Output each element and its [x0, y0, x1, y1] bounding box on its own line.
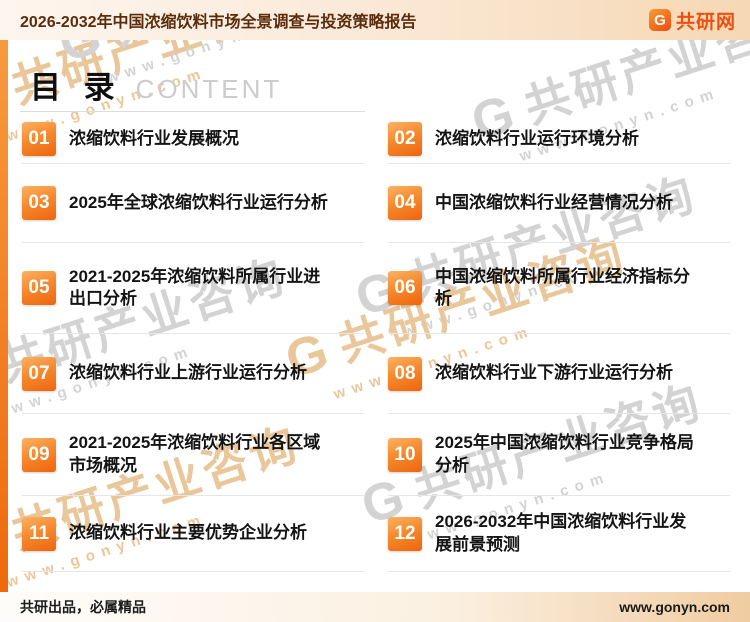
- toc-item: 09 2021-2025年浓缩饮料行业各区域市场概况: [22, 414, 364, 496]
- toc-item: 03 2025年全球浓缩饮料行业运行分析: [22, 164, 364, 243]
- toc-item: 10 2025年中国浓缩饮料行业竞争格局分析: [388, 414, 730, 496]
- footer-slogan: 共研出品，必属精品: [20, 599, 146, 615]
- toc-item-number: 11: [22, 516, 56, 551]
- heading-divider: [20, 111, 365, 112]
- footer-bar: 共研出品，必属精品 www.gonyn.com: [0, 592, 750, 622]
- toc-item-number: 03: [22, 186, 56, 220]
- toc-item: 04 中国浓缩饮料行业经营情况分析: [388, 164, 730, 243]
- toc-content: 目 录 CONTENT 01 浓缩饮料行业发展概况 02 浓缩饮料行业运行环境分…: [0, 40, 750, 592]
- toc-item-label: 2026-2032年中国浓缩饮料行业发展前景预测: [435, 512, 687, 554]
- toc-item-label: 浓缩饮料行业发展概况: [69, 128, 239, 148]
- toc-heading-en: CONTENT: [135, 74, 283, 104]
- toc-item: 06 中国浓缩饮料所属行业经济指标分析: [388, 243, 730, 334]
- toc-item-label: 浓缩饮料行业下游行业运行分析: [435, 363, 673, 383]
- toc-item-label: 中国浓缩饮料所属行业经济指标分析: [435, 266, 690, 308]
- toc-item-number: 10: [388, 437, 422, 472]
- header-bar: 2026-2032年中国浓缩饮料市场全景调查与投资策略报告 G 共研网: [0, 0, 750, 40]
- toc-item-number: 07: [22, 356, 56, 391]
- toc-item-number: 01: [22, 122, 56, 156]
- toc-item: 02 浓缩饮料行业运行环境分析: [388, 115, 730, 164]
- toc-item-label: 浓缩饮料行业运行环境分析: [435, 128, 639, 148]
- toc-item: 11 浓缩饮料行业主要优势企业分析: [22, 496, 364, 572]
- footer-url: www.gonyn.com: [619, 599, 730, 615]
- toc-heading-row: 目 录 CONTENT: [30, 62, 750, 105]
- toc-grid: 01 浓缩饮料行业发展概况 02 浓缩饮料行业运行环境分析 03 2025年全球…: [22, 115, 730, 572]
- toc-item: 12 2026-2032年中国浓缩饮料行业发展前景预测: [388, 496, 730, 572]
- toc-item-number: 09: [22, 437, 56, 472]
- toc-item-number: 02: [388, 122, 422, 156]
- toc-item-number: 05: [22, 271, 56, 305]
- report-toc-page: G共研产业咨询 www.gonyn.com G共研产业咨询 www.gonyn.…: [0, 0, 750, 622]
- toc-item: 01 浓缩饮料行业发展概况: [22, 115, 364, 164]
- toc-item: 05 2021-2025年浓缩饮料所属行业进出口分析: [22, 243, 364, 334]
- brand-name: 共研网: [675, 11, 736, 33]
- toc-item-label: 浓缩饮料行业主要优势企业分析: [69, 523, 307, 543]
- toc-item-label: 中国浓缩饮料行业经营情况分析: [435, 192, 673, 212]
- toc-heading: 目 录: [30, 70, 122, 105]
- toc-item-number: 06: [388, 271, 422, 305]
- toc-item-label: 2021-2025年浓缩饮料行业各区域市场概况: [69, 433, 321, 475]
- toc-item-number: 08: [388, 356, 422, 391]
- report-title: 2026-2032年中国浓缩饮料市场全景调查与投资策略报告: [20, 14, 417, 31]
- toc-item: 08 浓缩饮料行业下游行业运行分析: [388, 334, 730, 414]
- toc-item-number: 12: [388, 516, 422, 551]
- toc-item-label: 浓缩饮料行业上游行业运行分析: [69, 363, 307, 383]
- toc-item-number: 04: [388, 186, 422, 220]
- toc-item-label: 2025年中国浓缩饮料行业竞争格局分析: [435, 433, 694, 475]
- toc-item-label: 2025年全球浓缩饮料行业运行分析: [69, 192, 328, 212]
- toc-item-label: 2021-2025年浓缩饮料所属行业进出口分析: [69, 266, 321, 308]
- brand-logo-icon: G: [648, 9, 671, 31]
- brand-logo: G 共研网: [648, 7, 736, 34]
- toc-item: 07 浓缩饮料行业上游行业运行分析: [22, 334, 364, 414]
